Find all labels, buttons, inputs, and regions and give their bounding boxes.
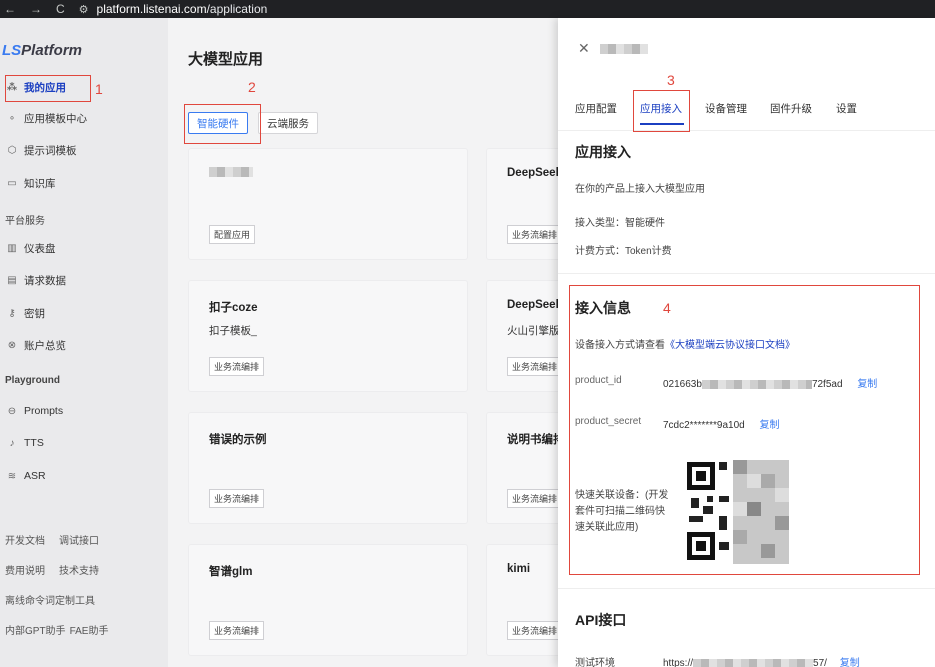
billing-method: 计费方式：Token计费 bbox=[575, 246, 672, 257]
sidebar-item-prompt-templates[interactable]: ⬡ 提示词模板 bbox=[6, 139, 77, 161]
back-icon[interactable]: ← bbox=[4, 2, 16, 16]
section-title-access: 应用接入 bbox=[575, 144, 631, 160]
sidebar: LSPlatform ⁂ 我的应用 ∘ 应用模板中心 ⬡ 提示词模板 ▭ 知识库 平台服… bbox=[0, 18, 168, 667]
app-card-title: 错误的示例 bbox=[209, 434, 267, 446]
app-card[interactable]: 智谱glm 业务流编排 bbox=[188, 544, 468, 656]
test-env-value: https://57/ 复制 bbox=[663, 658, 860, 667]
dev-docs-link[interactable]: 开发文档 bbox=[5, 536, 45, 547]
divider bbox=[558, 273, 935, 274]
close-icon[interactable]: ✕ bbox=[578, 40, 590, 57]
tab-device-management[interactable]: 设备管理 bbox=[705, 101, 747, 116]
logo: LSPlatform bbox=[2, 42, 83, 59]
sidebar-item-account[interactable]: ⊗ 账户总览 bbox=[6, 334, 66, 356]
redacted-block bbox=[693, 658, 814, 667]
offline-tool-link[interactable]: 离线命令词定制工具 bbox=[5, 596, 95, 607]
app-card-tag: 配置应用 bbox=[209, 225, 256, 244]
app-card-title: DeepSeek bbox=[507, 299, 562, 311]
sidebar-item-keys[interactable]: ⚷ 密钥 bbox=[6, 302, 45, 324]
debug-api-link[interactable]: 调试接口 bbox=[59, 536, 99, 547]
nodes-icon: ∘ bbox=[8, 112, 16, 124]
tab-settings[interactable]: 设置 bbox=[836, 101, 857, 116]
footer-links-2: 费用说明 技术支持 bbox=[5, 562, 113, 577]
section-playground: Playground bbox=[5, 375, 61, 386]
app-card[interactable]: 配置应用 bbox=[188, 148, 468, 260]
tab-cloud-service[interactable]: 云端服务 bbox=[258, 112, 318, 134]
browser-nav: ← → C bbox=[0, 2, 65, 16]
app-card-tag: 业务流编排 bbox=[507, 489, 563, 508]
address-bar[interactable]: platform.listenai.com/application bbox=[97, 2, 268, 16]
annotation-number-4: 4 bbox=[663, 300, 671, 316]
app-card-subtitle: 扣子模板_ bbox=[209, 325, 257, 337]
sidebar-item-dashboard[interactable]: ▥ 仪表盘 bbox=[6, 237, 55, 259]
browser-toolbar: ← → C ⚙ platform.listenai.com/applicatio… bbox=[0, 0, 935, 18]
gpt-assistant-link[interactable]: 内部GPT助手 bbox=[5, 626, 66, 637]
app-card-tag: 业务流编排 bbox=[507, 357, 563, 376]
app-name-blurred bbox=[600, 44, 648, 54]
annotation-box-1 bbox=[5, 75, 91, 102]
copy-test-env-button[interactable]: 复制 bbox=[840, 658, 860, 667]
sidebar-item-templates[interactable]: ∘ 应用模板中心 bbox=[6, 107, 87, 129]
access-description: 在你的产品上接入大模型应用 bbox=[575, 184, 705, 195]
sidebar-item-prompts[interactable]: ⊖ Prompts bbox=[6, 400, 63, 422]
tab-firmware-upgrade[interactable]: 固件升级 bbox=[770, 101, 812, 116]
app-card[interactable]: 扣子coze 扣子模板_ 业务流编排 bbox=[188, 280, 468, 392]
app-card-title: 智谱glm bbox=[209, 566, 253, 578]
app-card-title: DeepSeek bbox=[507, 167, 562, 179]
key-icon: ⚷ bbox=[8, 307, 16, 319]
footer-links-3: 离线命令词定制工具 bbox=[5, 592, 109, 607]
annotation-number-2: 2 bbox=[248, 79, 256, 95]
bar-chart-icon: ▥ bbox=[7, 242, 17, 254]
book-icon: ▭ bbox=[7, 177, 17, 189]
sidebar-item-asr[interactable]: ≋ ASR bbox=[6, 465, 46, 487]
annotation-box-3 bbox=[633, 90, 690, 132]
sidebar-item-knowledge[interactable]: ▭ 知识库 bbox=[6, 172, 55, 194]
annotation-number-1: 1 bbox=[95, 81, 103, 97]
account-icon: ⊗ bbox=[7, 339, 17, 351]
app-card-tag: 业务流编排 bbox=[209, 357, 265, 376]
sidebar-item-tts[interactable]: ♪ TTS bbox=[6, 432, 44, 454]
annotation-number-3: 3 bbox=[667, 72, 675, 88]
app-card-tag: 业务流编排 bbox=[507, 621, 563, 640]
support-link[interactable]: 技术支持 bbox=[59, 566, 99, 577]
cube-icon: ⬡ bbox=[7, 144, 17, 156]
annotation-box-4 bbox=[569, 285, 920, 575]
fae-assistant-link[interactable]: FAE助手 bbox=[70, 626, 109, 637]
mic-icon: ♪ bbox=[9, 437, 15, 449]
app-card[interactable]: 错误的示例 业务流编排 bbox=[188, 412, 468, 524]
forward-icon[interactable]: → bbox=[30, 2, 42, 16]
footer-links-1: 开发文档 调试接口 bbox=[5, 532, 113, 547]
test-env-label: 测试环境 bbox=[575, 658, 615, 667]
annotation-box-2 bbox=[184, 104, 261, 144]
divider bbox=[558, 588, 935, 589]
app-card-title: 扣子coze bbox=[209, 302, 258, 314]
app-card-tag: 业务流编排 bbox=[507, 225, 563, 244]
footer-links-4: 内部GPT助手 FAE助手 bbox=[5, 622, 122, 637]
app-card-tag: 业务流编排 bbox=[209, 621, 265, 640]
sidebar-item-requests[interactable]: ▤ 请求数据 bbox=[6, 269, 66, 291]
access-type: 接入类型：智能硬件 bbox=[575, 218, 665, 229]
site-settings-icon[interactable]: ⚙ bbox=[79, 3, 89, 16]
app-card-tag: 业务流编排 bbox=[209, 489, 265, 508]
document-icon: ▤ bbox=[7, 274, 17, 286]
reload-icon[interactable]: C bbox=[56, 2, 65, 16]
app-card-title-blurred bbox=[209, 167, 253, 180]
app-card-title: 说明书编排 bbox=[507, 434, 565, 446]
wave-icon: ≋ bbox=[7, 470, 17, 482]
tab-app-config[interactable]: 应用配置 bbox=[575, 101, 617, 116]
section-title-api: API接口 bbox=[575, 612, 627, 628]
chat-icon: ⊖ bbox=[7, 405, 17, 417]
pricing-link[interactable]: 费用说明 bbox=[5, 566, 45, 577]
page-title: 大模型应用 bbox=[188, 51, 264, 68]
divider bbox=[558, 130, 935, 131]
section-platform: 平台服务 bbox=[5, 216, 45, 227]
app-card-title: kimi bbox=[507, 563, 531, 575]
app-card-subtitle: 火山引擎版 bbox=[507, 325, 560, 337]
